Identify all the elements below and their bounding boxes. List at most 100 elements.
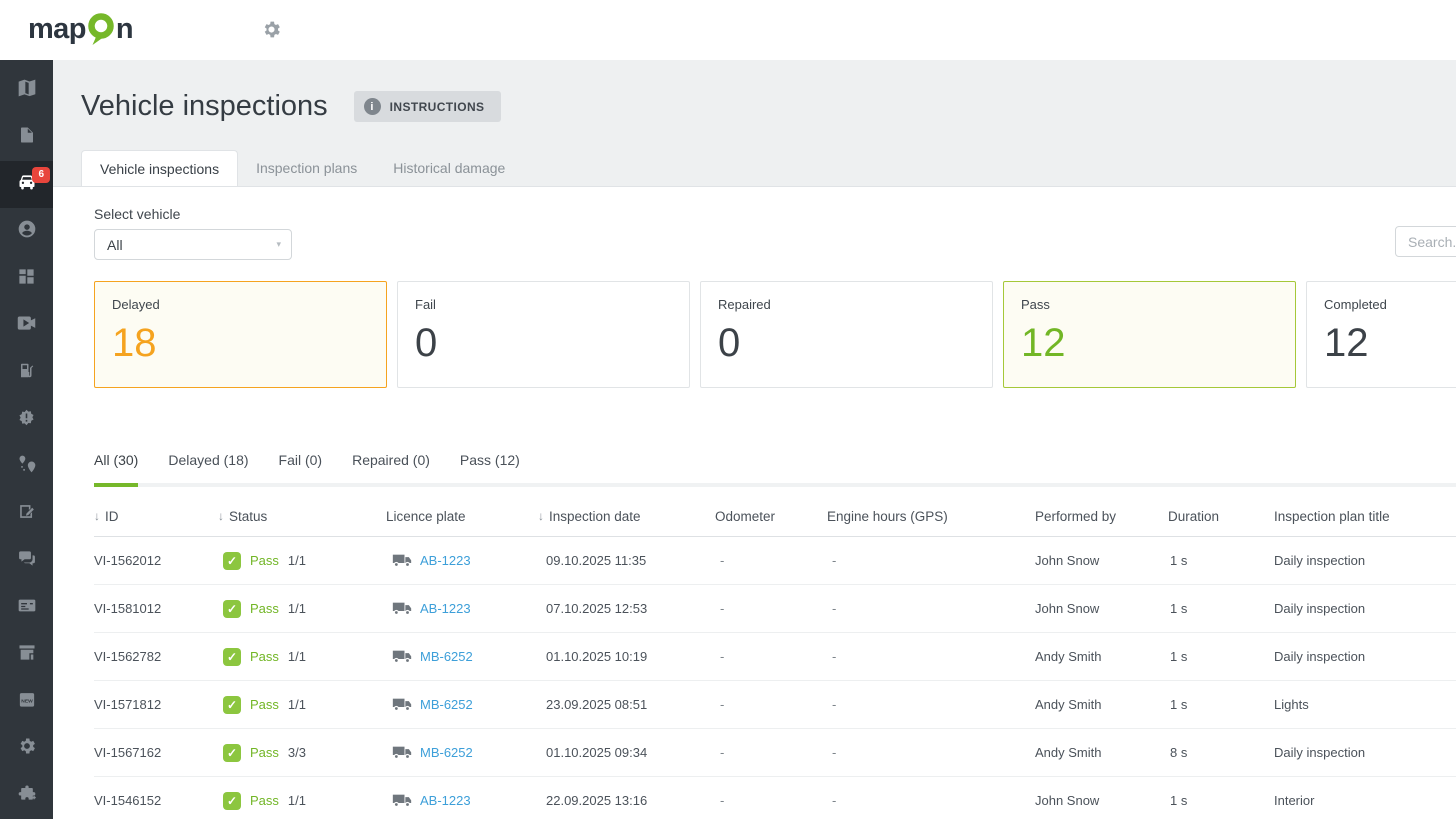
column-header-engine-hours[interactable]: Engine hours (GPS) bbox=[827, 509, 1022, 524]
status-tab-repaired[interactable]: Repaired (0) bbox=[352, 452, 430, 487]
table-row[interactable]: VI-1562782 ✓ Pass 1/1 MB-6252 01.10.2025… bbox=[94, 633, 1456, 681]
cell-duration: 1 s bbox=[1168, 649, 1267, 664]
status-check-count: 1/1 bbox=[288, 601, 306, 616]
status-filter-tabs: All (30) Delayed (18) Fail (0) Repaired … bbox=[94, 452, 1456, 487]
column-header-licence-plate[interactable]: Licence plate bbox=[386, 509, 538, 524]
card-label: Delayed bbox=[112, 297, 369, 312]
status-check-count: 1/1 bbox=[288, 793, 306, 808]
column-header-duration[interactable]: Duration bbox=[1168, 509, 1267, 524]
card-value: 12 bbox=[1324, 323, 1456, 363]
document-icon bbox=[18, 125, 36, 150]
card-pass[interactable]: Pass 12 bbox=[1003, 281, 1296, 388]
sidebar-item-documents[interactable] bbox=[0, 114, 53, 161]
cell-plan-title: Daily inspection bbox=[1267, 745, 1456, 760]
puzzle-plus-icon bbox=[17, 783, 37, 808]
column-header-performed-by[interactable]: Performed by bbox=[1022, 509, 1168, 524]
sidebar-item-map[interactable] bbox=[0, 67, 53, 114]
mapon-logo[interactable]: map n bbox=[28, 12, 133, 48]
status-label: Pass bbox=[250, 745, 279, 760]
cell-id: VI-1571812 bbox=[94, 697, 218, 712]
table-header: ↓ID ↓Status Licence plate ↓Inspection da… bbox=[94, 496, 1456, 537]
cell-duration: 1 s bbox=[1168, 697, 1267, 712]
instructions-button[interactable]: i INSTRUCTIONS bbox=[354, 91, 502, 122]
table-row[interactable]: VI-1562012 ✓ Pass 1/1 AB-1223 09.10.2025… bbox=[94, 537, 1456, 585]
cell-id: VI-1562782 bbox=[94, 649, 218, 664]
select-vehicle-label: Select vehicle bbox=[94, 187, 1456, 222]
sidebar-item-dashboard[interactable] bbox=[0, 255, 53, 302]
licence-plate-link[interactable]: MB-6252 bbox=[420, 697, 473, 712]
cell-id: VI-1567162 bbox=[94, 745, 218, 760]
cell-engine-hours: - bbox=[827, 697, 1022, 712]
cell-licence-plate: AB-1223 bbox=[386, 793, 538, 808]
pass-check-icon: ✓ bbox=[223, 792, 241, 810]
cell-duration: 8 s bbox=[1168, 745, 1267, 760]
dashboard-grid-icon bbox=[17, 267, 36, 291]
cell-duration: 1 s bbox=[1168, 793, 1267, 808]
sidebar-item-drivers[interactable] bbox=[0, 208, 53, 255]
sidebar-item-video[interactable] bbox=[0, 302, 53, 349]
table-body: VI-1562012 ✓ Pass 1/1 AB-1223 09.10.2025… bbox=[94, 537, 1456, 819]
card-completed[interactable]: Completed 12 bbox=[1306, 281, 1456, 388]
summary-cards: Delayed 18 Fail 0 Repaired 0 Pass 12 Com… bbox=[94, 281, 1456, 388]
sidebar-item-fuel[interactable] bbox=[0, 349, 53, 396]
truck-icon bbox=[392, 601, 412, 616]
table-row[interactable]: VI-1581012 ✓ Pass 1/1 AB-1223 07.10.2025… bbox=[94, 585, 1456, 633]
calendar-new-icon: NEW bbox=[17, 690, 37, 714]
cell-licence-plate: AB-1223 bbox=[386, 601, 538, 616]
card-label: Pass bbox=[1021, 297, 1278, 312]
status-label: Pass bbox=[250, 553, 279, 568]
licence-plate-link[interactable]: AB-1223 bbox=[420, 601, 471, 616]
sidebar-item-messages[interactable] bbox=[0, 537, 53, 584]
licence-plate-link[interactable]: AB-1223 bbox=[420, 553, 471, 568]
tab-inspection-plans[interactable]: Inspection plans bbox=[238, 150, 375, 186]
sidebar-item-alerts[interactable] bbox=[0, 396, 53, 443]
sidebar-item-cards[interactable] bbox=[0, 584, 53, 631]
status-tab-all[interactable]: All (30) bbox=[94, 452, 138, 487]
chevron-down-icon: ▾ bbox=[276, 239, 281, 250]
status-tab-delayed[interactable]: Delayed (18) bbox=[168, 452, 248, 487]
licence-plate-link[interactable]: MB-6252 bbox=[420, 745, 473, 760]
sidebar-item-addons[interactable] bbox=[0, 772, 53, 819]
tab-historical-damage[interactable]: Historical damage bbox=[375, 150, 523, 186]
sidebar-item-routes[interactable] bbox=[0, 443, 53, 490]
alert-badge-icon bbox=[17, 408, 36, 432]
table-row[interactable]: VI-1546152 ✓ Pass 1/1 AB-1223 22.09.2025… bbox=[94, 777, 1456, 819]
page-tabs: Vehicle inspections Inspection plans His… bbox=[81, 150, 1456, 186]
column-header-plan-title[interactable]: Inspection plan title bbox=[1267, 509, 1456, 524]
licence-plate-link[interactable]: MB-6252 bbox=[420, 649, 473, 664]
card-repaired[interactable]: Repaired 0 bbox=[700, 281, 993, 388]
column-header-inspection-date[interactable]: ↓Inspection date bbox=[538, 509, 715, 524]
cell-odometer: - bbox=[715, 745, 827, 760]
header-settings-gear-icon[interactable] bbox=[261, 19, 282, 45]
cell-performed-by: John Snow bbox=[1022, 793, 1168, 808]
licence-plate-link[interactable]: AB-1223 bbox=[420, 793, 471, 808]
select-vehicle-dropdown[interactable]: All ▾ bbox=[94, 229, 292, 260]
search-input[interactable] bbox=[1395, 226, 1456, 257]
cell-licence-plate: MB-6252 bbox=[386, 745, 538, 760]
column-header-id[interactable]: ↓ID bbox=[94, 509, 218, 524]
card-delayed[interactable]: Delayed 18 bbox=[94, 281, 387, 388]
sidebar-item-settings[interactable] bbox=[0, 725, 53, 772]
status-tab-pass[interactable]: Pass (12) bbox=[460, 452, 520, 487]
column-header-status[interactable]: ↓Status bbox=[218, 509, 386, 524]
card-fail[interactable]: Fail 0 bbox=[397, 281, 690, 388]
status-label: Pass bbox=[250, 649, 279, 664]
settings-gear-icon bbox=[17, 736, 37, 761]
sidebar-item-garage[interactable] bbox=[0, 631, 53, 678]
card-value: 18 bbox=[112, 323, 369, 363]
logo-text-prefix: map bbox=[28, 12, 86, 46]
status-tab-fail[interactable]: Fail (0) bbox=[279, 452, 323, 487]
sidebar-item-calendar-new[interactable]: NEW bbox=[0, 678, 53, 725]
sidebar-item-tasks[interactable] bbox=[0, 490, 53, 537]
table-row[interactable]: VI-1571812 ✓ Pass 1/1 MB-6252 23.09.2025… bbox=[94, 681, 1456, 729]
card-label: Fail bbox=[415, 297, 672, 312]
logo-text-suffix: n bbox=[116, 12, 133, 46]
svg-text:NEW: NEW bbox=[21, 698, 33, 704]
sidebar-item-vehicle-inspections[interactable]: 6 bbox=[0, 161, 53, 208]
cell-plan-title: Lights bbox=[1267, 697, 1456, 712]
cell-odometer: - bbox=[715, 553, 827, 568]
tab-vehicle-inspections[interactable]: Vehicle inspections bbox=[81, 150, 238, 186]
table-row[interactable]: VI-1567162 ✓ Pass 3/3 MB-6252 01.10.2025… bbox=[94, 729, 1456, 777]
column-header-odometer[interactable]: Odometer bbox=[715, 509, 827, 524]
cell-licence-plate: MB-6252 bbox=[386, 649, 538, 664]
